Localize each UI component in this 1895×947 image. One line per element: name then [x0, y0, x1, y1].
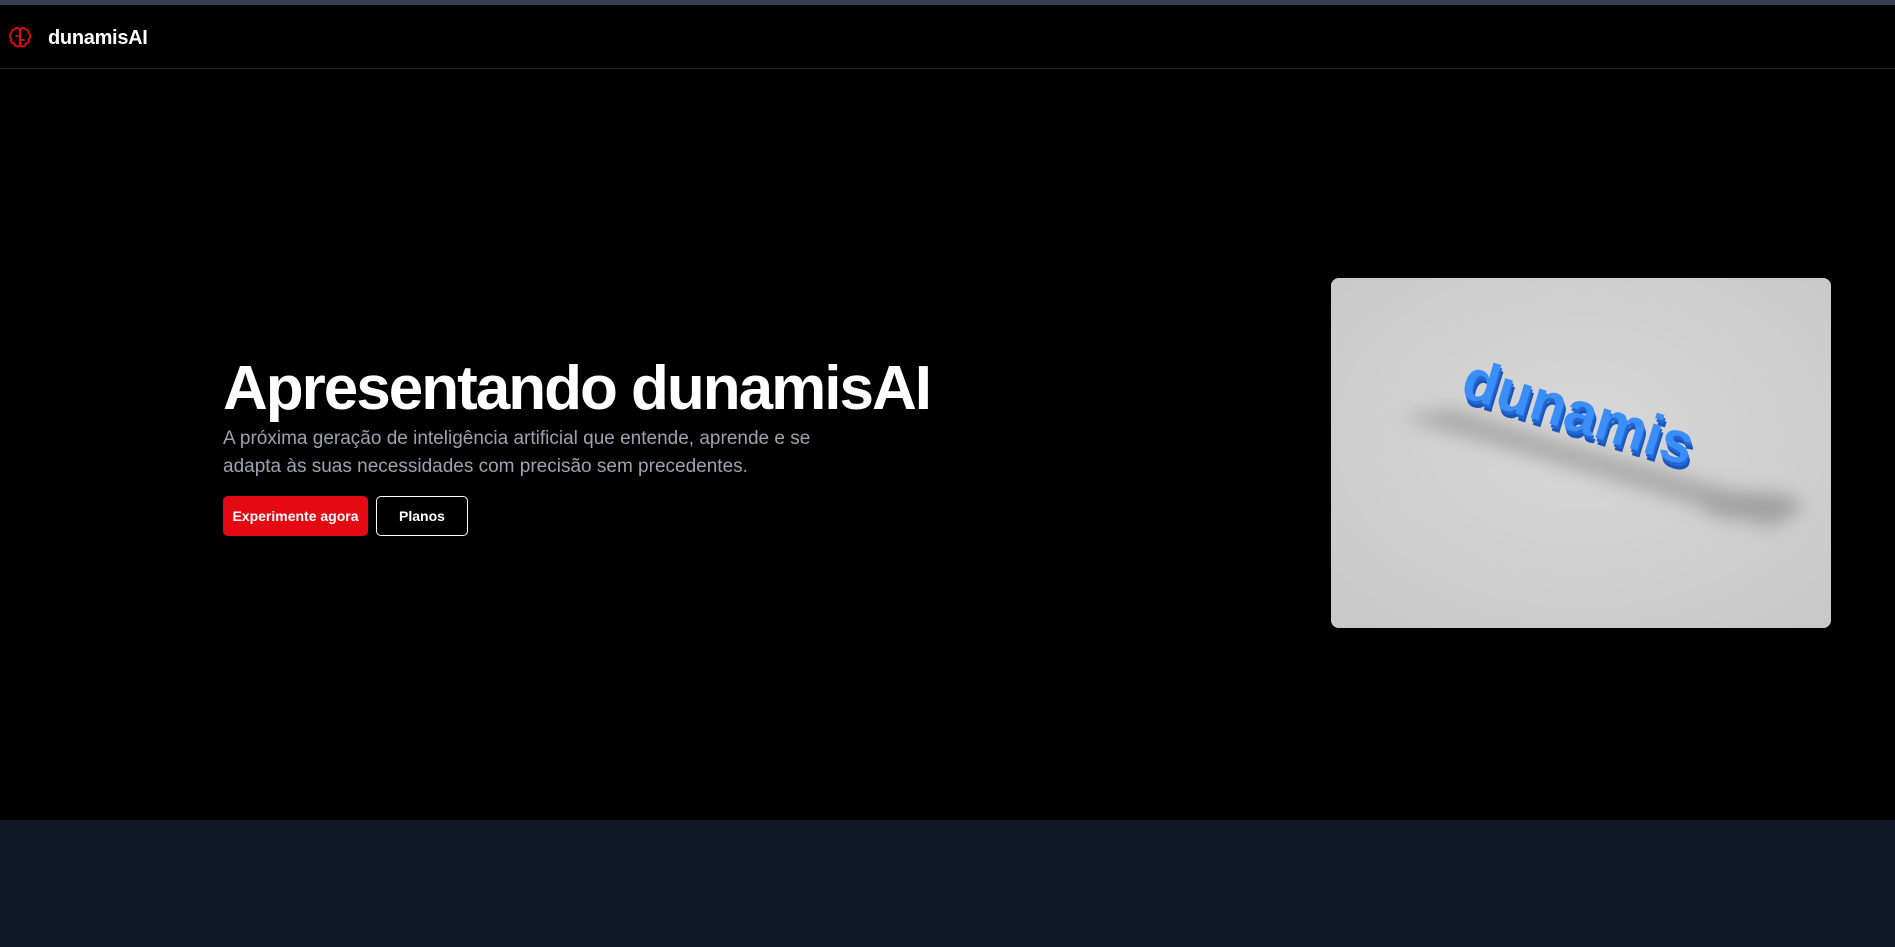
dunamis-3d-logo: dunamis dunamis dunamis — [1331, 278, 1831, 628]
hero-title: Apresentando dunamisAI — [223, 354, 932, 423]
hero-text: Apresentando dunamisAI A próxima geração… — [223, 354, 932, 481]
navbar: dunamisAI — [0, 5, 1895, 69]
hero-buttons: Experimente agora Planos — [223, 496, 468, 536]
plans-button[interactable]: Planos — [376, 496, 468, 536]
try-now-button[interactable]: Experimente agora — [223, 496, 368, 536]
hero-image: dunamis dunamis dunamis — [1331, 278, 1831, 628]
landing-page: dunamisAI Apresentando dunamisAI A próxi… — [0, 5, 1895, 820]
hero-subtitle: A próxima geração de inteligência artifi… — [223, 428, 811, 477]
brain-icon[interactable] — [8, 26, 32, 50]
brand-name[interactable]: dunamisAI — [48, 27, 148, 50]
next-section-band — [0, 820, 1895, 947]
